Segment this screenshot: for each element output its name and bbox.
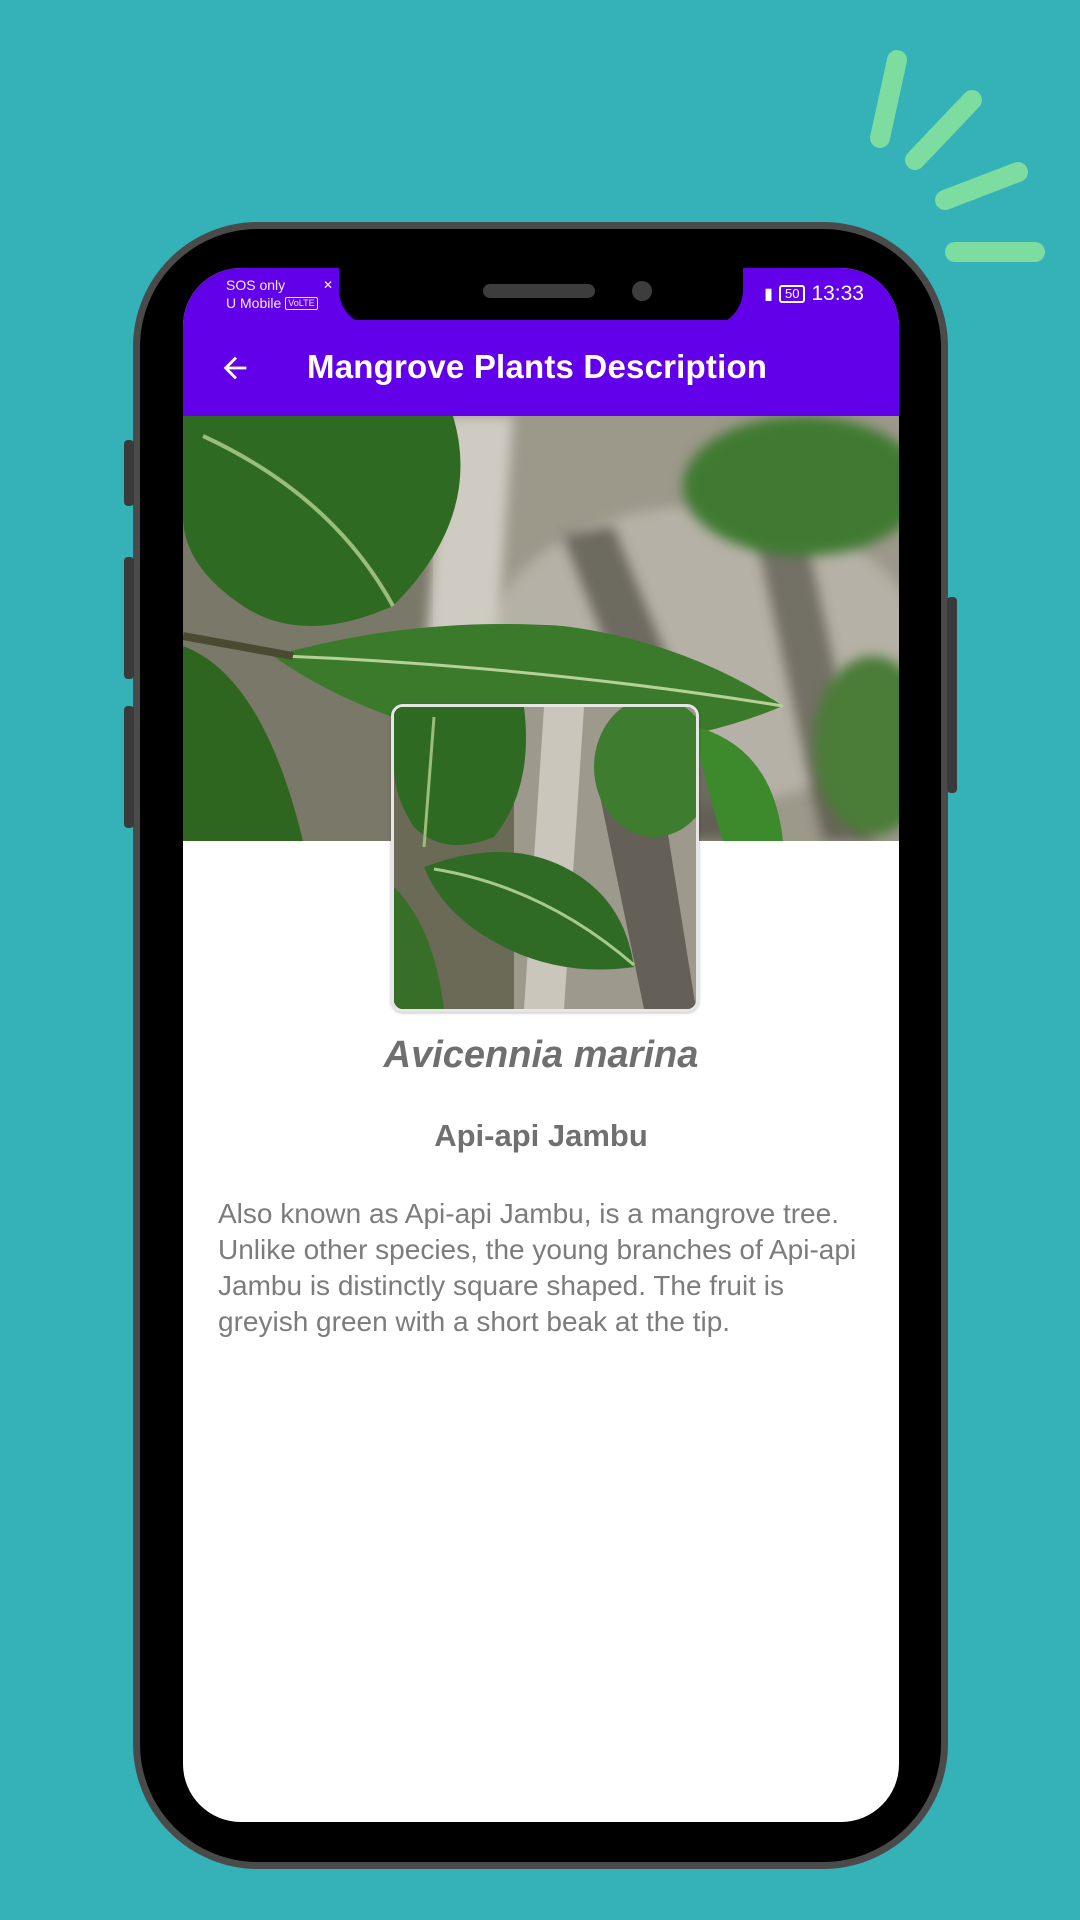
phone-side-button bbox=[124, 706, 134, 828]
battery-icon: 50 bbox=[778, 285, 806, 303]
status-time: 13:33 bbox=[811, 282, 864, 305]
back-button[interactable] bbox=[211, 344, 259, 392]
phone-notch bbox=[339, 268, 743, 326]
page-title: Mangrove Plants Description bbox=[307, 348, 768, 385]
front-camera bbox=[632, 281, 652, 301]
arrow-left-icon bbox=[223, 356, 247, 380]
plant-thumbnail bbox=[391, 704, 699, 1012]
phone-screen: SOS only U Mobile VoLTE ✕ ▮ 50 13:33 Man… bbox=[183, 268, 899, 1822]
volte-badge: VoLTE bbox=[285, 296, 318, 310]
phone-side-button bbox=[947, 597, 957, 793]
phone-side-button bbox=[124, 440, 134, 506]
signal-icon: ▮ bbox=[764, 286, 773, 303]
speaker-grille bbox=[483, 284, 595, 298]
common-name: Api-api Jambu bbox=[434, 1118, 648, 1153]
no-signal-icon: ✕ bbox=[323, 278, 334, 292]
carrier-info: SOS only U Mobile VoLTE bbox=[226, 276, 318, 312]
app-bar: Mangrove Plants Description bbox=[183, 320, 899, 416]
carrier-line-sos: SOS only bbox=[226, 277, 286, 293]
scientific-name: Avicennia marina bbox=[383, 1034, 699, 1076]
plant-description: Also known as Api-api Jambu, is a mangro… bbox=[218, 1198, 857, 1337]
carrier-name: U Mobile bbox=[226, 295, 282, 311]
phone-side-button bbox=[124, 557, 134, 679]
status-right: ▮ 50 13:33 bbox=[764, 282, 864, 306]
